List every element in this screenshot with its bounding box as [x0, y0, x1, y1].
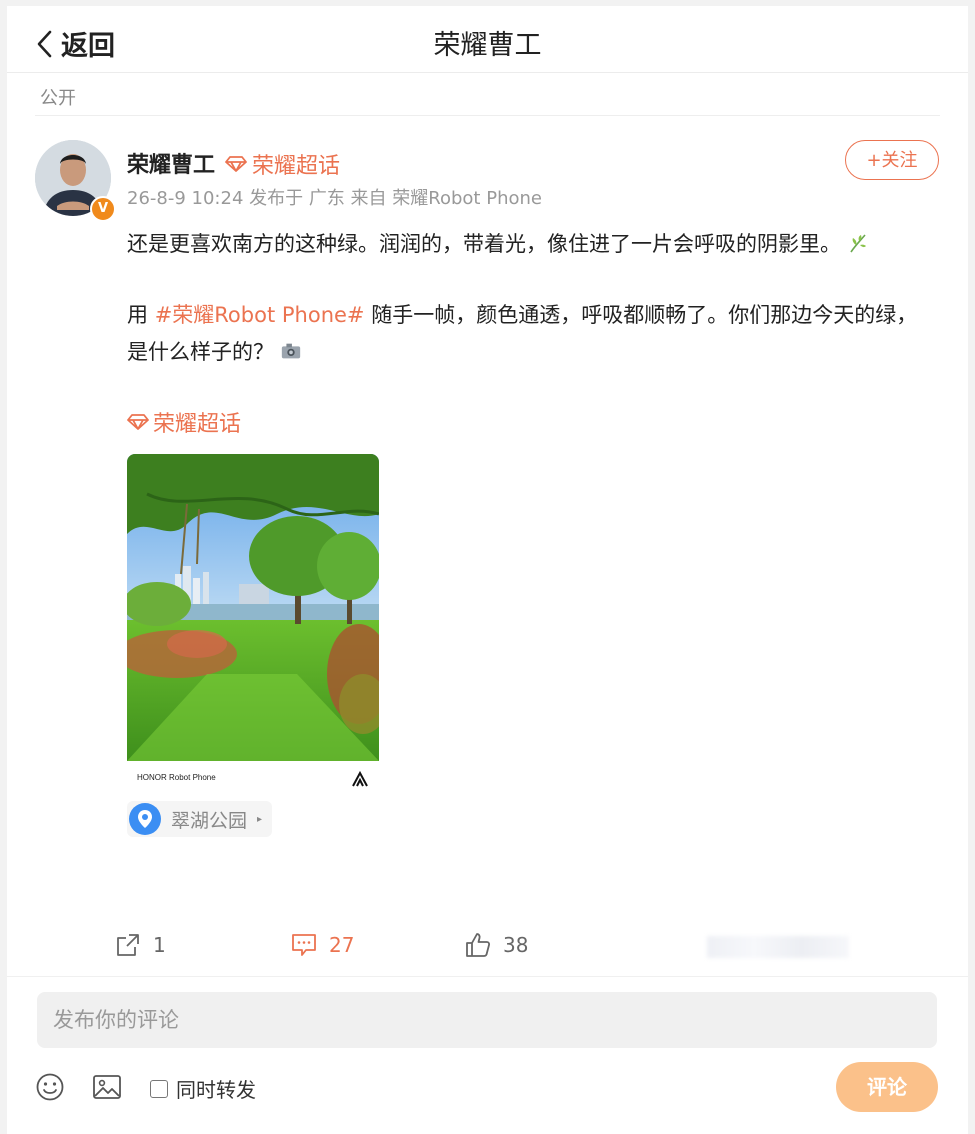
- location-tag[interactable]: 翠湖公园 ▸: [127, 801, 273, 837]
- location-label: 翠湖公园: [171, 809, 248, 832]
- comment-icon: [292, 934, 316, 956]
- post-line-2-prefix: 用: [127, 303, 155, 327]
- chevron-right-icon: ▸: [257, 813, 263, 825]
- camera-sticker-icon: [281, 343, 301, 359]
- blurred-element: [707, 936, 849, 958]
- post-photo[interactable]: HONOR Robot Phone: [127, 454, 379, 794]
- author-topic-tag[interactable]: 荣耀超话: [225, 148, 340, 180]
- emoji-icon[interactable]: [35, 1072, 65, 1102]
- post-text: 还是更喜欢南方的这种绿。润润的，带着光，像住进了一片会呼吸的阴影里。 用 #荣耀…: [127, 226, 927, 371]
- repost-option[interactable]: 同时转发: [150, 1074, 256, 1103]
- visibility-label: 公开: [40, 88, 76, 109]
- weibo-post-card: 返回 荣耀曹工 公开 V 荣耀曹工 荣耀超话 26-8-9 10:24 发布于 …: [7, 6, 968, 1134]
- topic-link-label: 荣耀超话: [153, 412, 242, 437]
- plant-sticker-icon: [850, 234, 866, 253]
- repost-checkbox[interactable]: [150, 1079, 168, 1098]
- author-topic-label: 荣耀超话: [252, 154, 341, 179]
- comment-input[interactable]: [37, 992, 937, 1048]
- post-paragraph-2: 用 #荣耀Robot Phone# 随手一帧，颜色通透，呼吸都顺畅了。你们那边今…: [127, 297, 927, 371]
- top-bar: 返回 荣耀曹工: [7, 6, 968, 73]
- action-bar: 1 27 38: [7, 926, 968, 977]
- verified-badge: V: [90, 196, 116, 222]
- post-line-1: 还是更喜欢南方的这种绿。润润的，带着光，像住进了一片会呼吸的阴影里。: [127, 232, 841, 256]
- author-name[interactable]: 荣耀曹工: [127, 147, 215, 179]
- page-title: 荣耀曹工: [433, 30, 542, 61]
- topic-link[interactable]: 荣耀超话: [127, 406, 241, 438]
- comment-count: 27: [329, 933, 355, 957]
- photo-watermark-bar: HONOR Robot Phone: [127, 761, 379, 794]
- share-button[interactable]: 1: [115, 932, 166, 958]
- location-pin-icon: [129, 803, 161, 835]
- park-photo: [127, 454, 379, 761]
- like-button[interactable]: 38: [465, 932, 528, 958]
- divider: [35, 115, 940, 116]
- like-count: 38: [503, 933, 529, 957]
- diamond-icon: [127, 414, 149, 430]
- share-count: 1: [153, 933, 166, 957]
- brand-logo-icon: [352, 771, 368, 787]
- share-icon: [117, 934, 139, 956]
- follow-button[interactable]: +关注: [845, 140, 939, 180]
- comment-button[interactable]: 27: [291, 932, 354, 958]
- like-icon: [466, 933, 491, 957]
- post-meta: 26-8-9 10:24 发布于 广东 来自 荣耀Robot Phone: [127, 188, 542, 209]
- post-paragraph-1: 还是更喜欢南方的这种绿。润润的，带着光，像住进了一片会呼吸的阴影里。: [127, 226, 927, 263]
- submit-comment-button[interactable]: 评论: [836, 1062, 938, 1112]
- hashtag-link[interactable]: #荣耀Robot Phone#: [155, 303, 365, 327]
- diamond-icon: [225, 156, 247, 172]
- photo-watermark: HONOR Robot Phone: [137, 773, 216, 782]
- image-icon[interactable]: [92, 1073, 122, 1101]
- repost-label: 同时转发: [176, 1078, 256, 1102]
